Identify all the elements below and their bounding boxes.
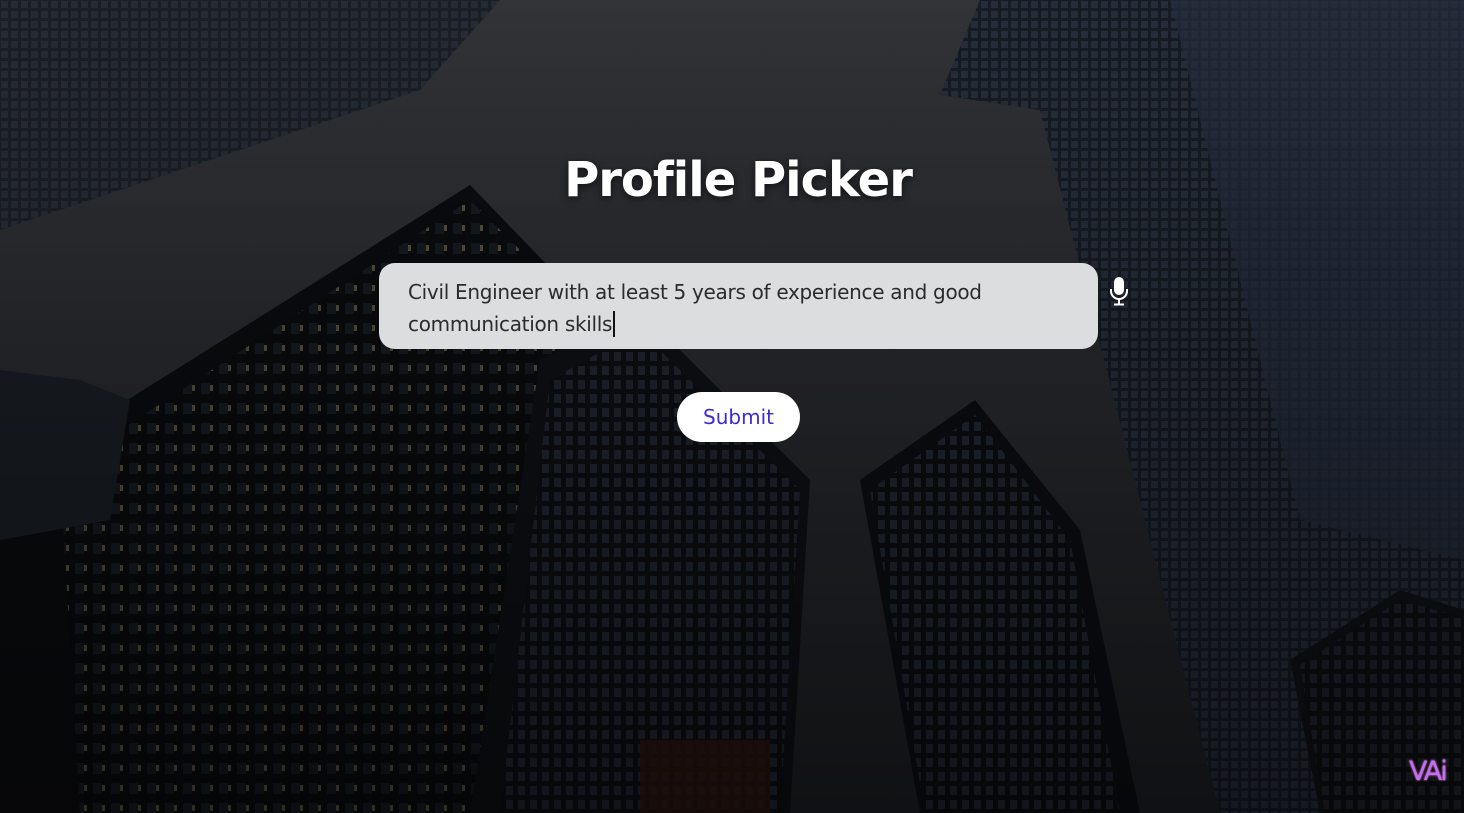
microphone-icon[interactable] <box>1108 276 1130 306</box>
query-text: Civil Engineer with at least 5 years of … <box>408 280 982 336</box>
profile-query-input[interactable]: Civil Engineer with at least 5 years of … <box>379 263 1098 349</box>
landing-page: Profile Picker Civil Engineer with at le… <box>0 0 1464 813</box>
text-caret <box>613 311 615 337</box>
submit-button[interactable]: Submit <box>677 392 800 442</box>
page-title: Profile Picker <box>564 152 913 208</box>
vai-logo: VAi <box>1409 756 1448 787</box>
